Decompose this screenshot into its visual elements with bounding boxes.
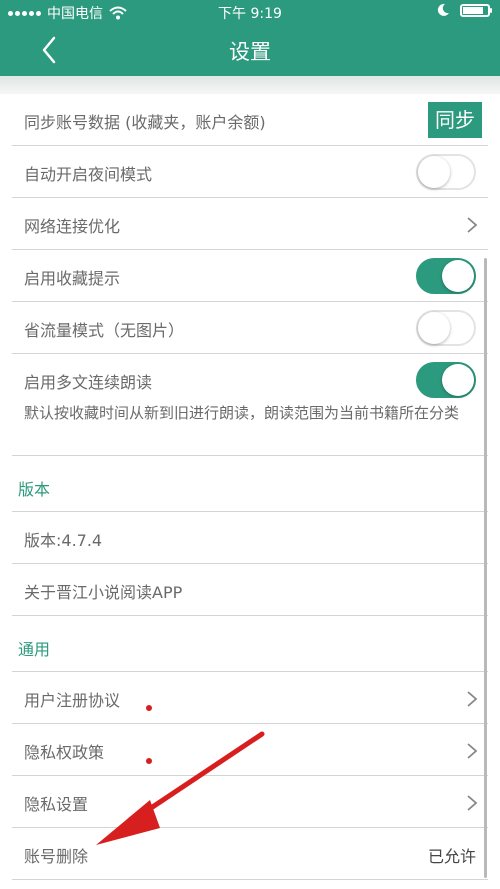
annotation-dot <box>146 758 152 764</box>
account-delete-status: 已允许 <box>427 847 476 866</box>
sync-account-row: 同步账号数据 (收藏夹，账户余额) 同步 <box>12 94 488 146</box>
scrollbar[interactable] <box>484 258 487 878</box>
night-mode-label: 自动开启夜间模式 <box>24 165 153 184</box>
general-section-title: 通用 <box>18 640 51 659</box>
battery-icon <box>460 3 492 17</box>
data-saver-toggle[interactable] <box>416 310 476 346</box>
continuous-read-row: 启用多文连续朗读 默认按收藏时间从新到旧进行朗读，朗读范围为当前书籍所在分类 <box>12 354 488 456</box>
version-section-header: 版本 <box>12 456 488 512</box>
account-delete-row[interactable]: 账号删除 已允许 <box>12 828 488 880</box>
night-mode-toggle[interactable] <box>416 154 476 190</box>
continuous-read-description: 默认按收藏时间从新到旧进行朗读，朗读范围为当前书籍所在分类 <box>24 404 460 422</box>
version-row: 版本:4.7.4 <box>12 512 488 564</box>
fav-hint-label: 启用收藏提示 <box>24 269 121 288</box>
continuous-read-label: 启用多文连续朗读 <box>24 373 153 392</box>
privacy-policy-label: 隐私权政策 <box>24 743 105 762</box>
page-title: 设置 <box>229 40 271 64</box>
about-row[interactable]: 关于晋江小说阅读APP <box>12 564 488 616</box>
fav-hint-row: 启用收藏提示 <box>12 250 488 302</box>
version-label: 版本:4.7.4 <box>24 531 103 550</box>
privacy-policy-row[interactable]: 隐私权政策 <box>12 724 488 776</box>
user-agreement-row[interactable]: 用户注册协议 <box>12 672 488 724</box>
sync-account-label: 同步账号数据 (收藏夹，账户余额) <box>24 113 266 132</box>
about-label: 关于晋江小说阅读APP <box>24 583 183 602</box>
network-opt-label: 网络连接优化 <box>24 217 121 236</box>
annotation-dot <box>146 705 152 711</box>
version-section-title: 版本 <box>18 480 51 499</box>
nav-bar: 设置 <box>0 24 500 76</box>
user-agreement-label: 用户注册协议 <box>24 691 121 710</box>
chevron-right-icon <box>467 743 478 759</box>
settings-list: 同步账号数据 (收藏夹，账户余额) 同步 自动开启夜间模式 网络连接优化 启用收… <box>12 94 488 880</box>
privacy-settings-row[interactable]: 隐私设置 <box>12 776 488 828</box>
chevron-right-icon <box>467 795 478 811</box>
header-shadow <box>0 76 500 94</box>
data-saver-label: 省流量模式（无图片） <box>24 321 185 340</box>
chevron-right-icon <box>467 691 478 707</box>
network-opt-row[interactable]: 网络连接优化 <box>12 198 488 250</box>
moon-icon <box>437 3 449 16</box>
sync-button[interactable]: 同步 <box>428 102 482 138</box>
night-mode-row: 自动开启夜间模式 <box>12 146 488 198</box>
fav-hint-toggle[interactable] <box>416 258 476 294</box>
clock: 下午 9:19 <box>218 6 282 22</box>
chevron-right-icon <box>467 217 478 233</box>
status-bar: 中国电信 下午 9:19 <box>0 0 500 24</box>
general-section-header: 通用 <box>12 616 488 672</box>
privacy-settings-label: 隐私设置 <box>24 795 89 814</box>
continuous-read-toggle[interactable] <box>416 362 476 398</box>
account-delete-label: 账号删除 <box>24 847 89 866</box>
data-saver-row: 省流量模式（无图片） <box>12 302 488 354</box>
